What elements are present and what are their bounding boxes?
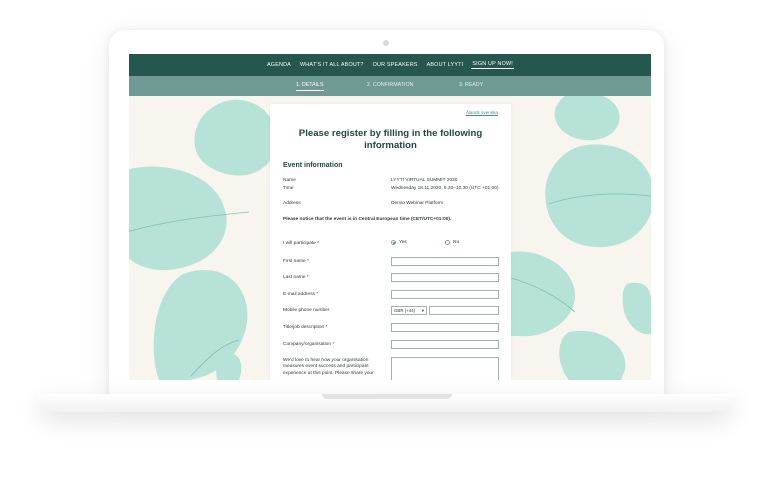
event-time-value: Wednesday 18.11.2020, 9.30–10.30 (UTC +0… (391, 186, 499, 191)
last-name-input[interactable] (391, 273, 499, 282)
event-name-value: LYYTI VIRTUAL SUMMIT 2020 (391, 178, 458, 183)
timezone-notice: Please notice that the event is in Centr… (283, 217, 452, 222)
title-label: Title/job description * (283, 325, 328, 330)
event-address-value: Demio Webinar Platform (391, 201, 444, 206)
nav-item-speakers[interactable]: OUR SPEAKERS (372, 62, 419, 68)
first-name-input[interactable] (391, 257, 499, 266)
step-details: 1. DETAILS (296, 82, 324, 91)
participate-yes-label: Yes (399, 240, 407, 245)
last-name-label: Last name * (283, 275, 309, 280)
feedback-textarea[interactable] (391, 357, 499, 380)
country-code-value: GBR (+44) (394, 308, 416, 313)
company-input[interactable] (391, 340, 499, 349)
step-ready: 3. READY (459, 82, 484, 88)
blob-top-right (554, 91, 620, 141)
laptop-notch (322, 394, 452, 399)
blob-right-middle (511, 251, 576, 337)
title-input[interactable] (391, 323, 499, 332)
step-confirmation: 2. CONFIRMATION (367, 82, 414, 88)
email-input[interactable] (391, 290, 499, 299)
section-title-event-info: Event information (283, 162, 343, 169)
radio-selected-icon[interactable] (391, 240, 396, 245)
participate-no-option[interactable]: No (445, 240, 459, 245)
blob-right-edge (622, 282, 651, 335)
form-title: Please register by filling in the follow… (298, 128, 483, 151)
event-time-label: Time (283, 186, 294, 191)
chevron-down-icon: ▾ (421, 308, 424, 313)
registration-steps: 1. DETAILS 2. CONFIRMATION 3. READY (129, 76, 651, 96)
registration-form: Ålands svenska Please register by fillin… (270, 104, 511, 380)
nav-item-sign-up[interactable]: SIGN UP NOW! (471, 61, 514, 69)
company-label: Company/organisation * (283, 342, 335, 347)
laptop-screen: AGENDA WHAT'S IT ALL ABOUT? OUR SPEAKERS… (129, 54, 651, 380)
nav-item-about[interactable]: WHAT'S IT ALL ABOUT? (299, 62, 365, 68)
event-address-label: Address (283, 201, 301, 206)
participate-yes-option[interactable]: Yes (391, 240, 407, 245)
nav-item-agenda[interactable]: AGENDA (266, 62, 292, 68)
blob-right-bottom (559, 330, 626, 380)
camera-icon (383, 40, 389, 46)
mobile-input[interactable] (429, 306, 499, 315)
top-navigation: AGENDA WHAT'S IT ALL ABOUT? OUR SPEAKERS… (129, 54, 651, 76)
mobile-label: Mobile phone number (283, 308, 330, 313)
mockup-stage: AGENDA WHAT'S IT ALL ABOUT? OUR SPEAKERS… (0, 0, 773, 502)
language-link[interactable]: Ålands svenska (466, 110, 498, 115)
radio-unselected-icon[interactable] (445, 240, 450, 245)
blob-top-left (194, 99, 277, 176)
blob-right-large (545, 144, 651, 248)
first-name-label: First name * (283, 259, 309, 264)
feedback-label: We'd love to hear how your organisation … (283, 358, 374, 376)
participate-label: I will participate * (283, 241, 319, 246)
event-name-label: Name (283, 178, 296, 183)
blob-left-large (129, 166, 227, 271)
nav-item-about-lyyti[interactable]: ABOUT LYYTI (426, 62, 465, 68)
country-code-select[interactable]: GBR (+44) ▾ (391, 306, 427, 315)
participate-no-label: No (453, 240, 460, 245)
email-label: E-mail address * (283, 292, 319, 297)
